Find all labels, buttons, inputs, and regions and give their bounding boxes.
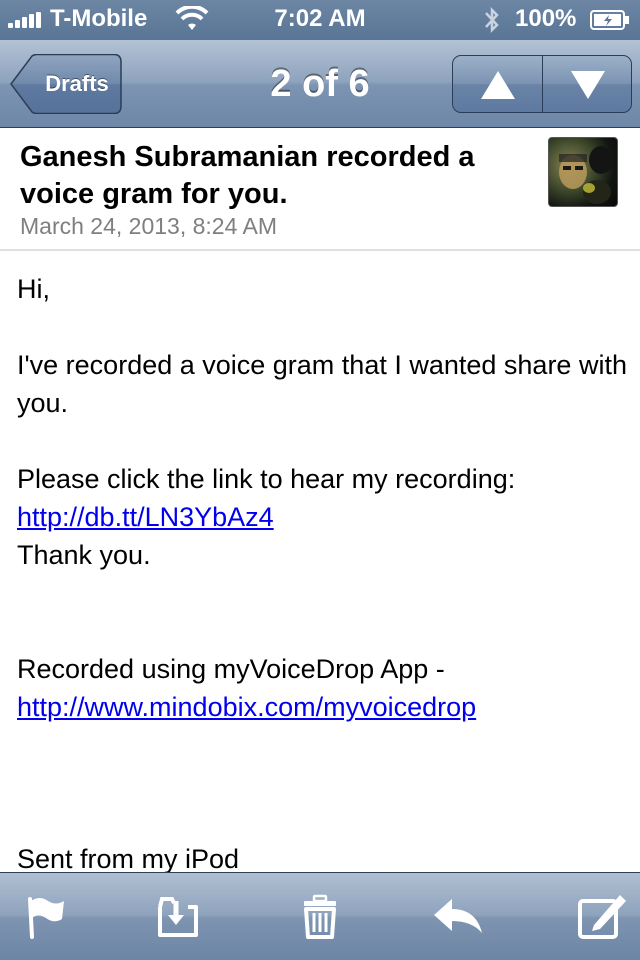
message-date: March 24, 2013, 8:24 AM [20,213,277,239]
back-button-label: Drafts [45,71,109,96]
thanks-text: Thank you. [17,540,151,570]
avatar-photo [559,146,613,204]
down-arrow-icon [571,71,605,99]
up-arrow-icon [481,71,515,99]
app-link[interactable]: http://www.mindobix.com/myvoicedrop [17,692,476,722]
flag-button[interactable] [18,887,78,947]
body-line-1: I've recorded a voice gram that I wanted… [17,350,635,418]
drafts-back-button[interactable]: Drafts [10,54,122,114]
trash-icon [304,894,336,939]
bluetooth-icon [485,6,499,34]
battery-icon [590,10,629,30]
recorded-using-text: Recorded using myVoiceDrop App - [17,654,445,684]
reply-button[interactable] [428,887,488,947]
message-body: Hi, I've recorded a voice gram that I wa… [17,270,627,878]
message-subject: Ganesh Subramanian recorded a voice gram… [20,141,475,210]
battery-percent: 100% [515,5,577,32]
move-to-folder-icon [158,897,198,937]
greeting-text: Hi, [17,274,50,304]
sender-avatar[interactable] [548,137,618,207]
navigation-bar: Drafts 2 of 6 [0,40,640,128]
recording-link[interactable]: http://db.tt/LN3YbAz4 [17,502,274,532]
next-message-button[interactable] [542,56,631,112]
compose-icon [578,895,626,939]
message-position: 2 of 6 [270,63,370,105]
compose-button[interactable] [572,887,632,947]
message-header: Ganesh Subramanian recorded a voice gram… [0,129,640,251]
flag-icon [28,897,64,939]
delete-button[interactable] [290,887,350,947]
move-button[interactable] [148,887,208,947]
bottom-toolbar [0,872,640,960]
reply-icon [434,899,482,933]
body-line-2: Please click the link to hear my recordi… [17,464,516,494]
status-bar: T-Mobile 7:02 AM 100% [0,0,640,40]
message-navigation-control [452,55,632,113]
previous-message-button[interactable] [453,56,542,112]
